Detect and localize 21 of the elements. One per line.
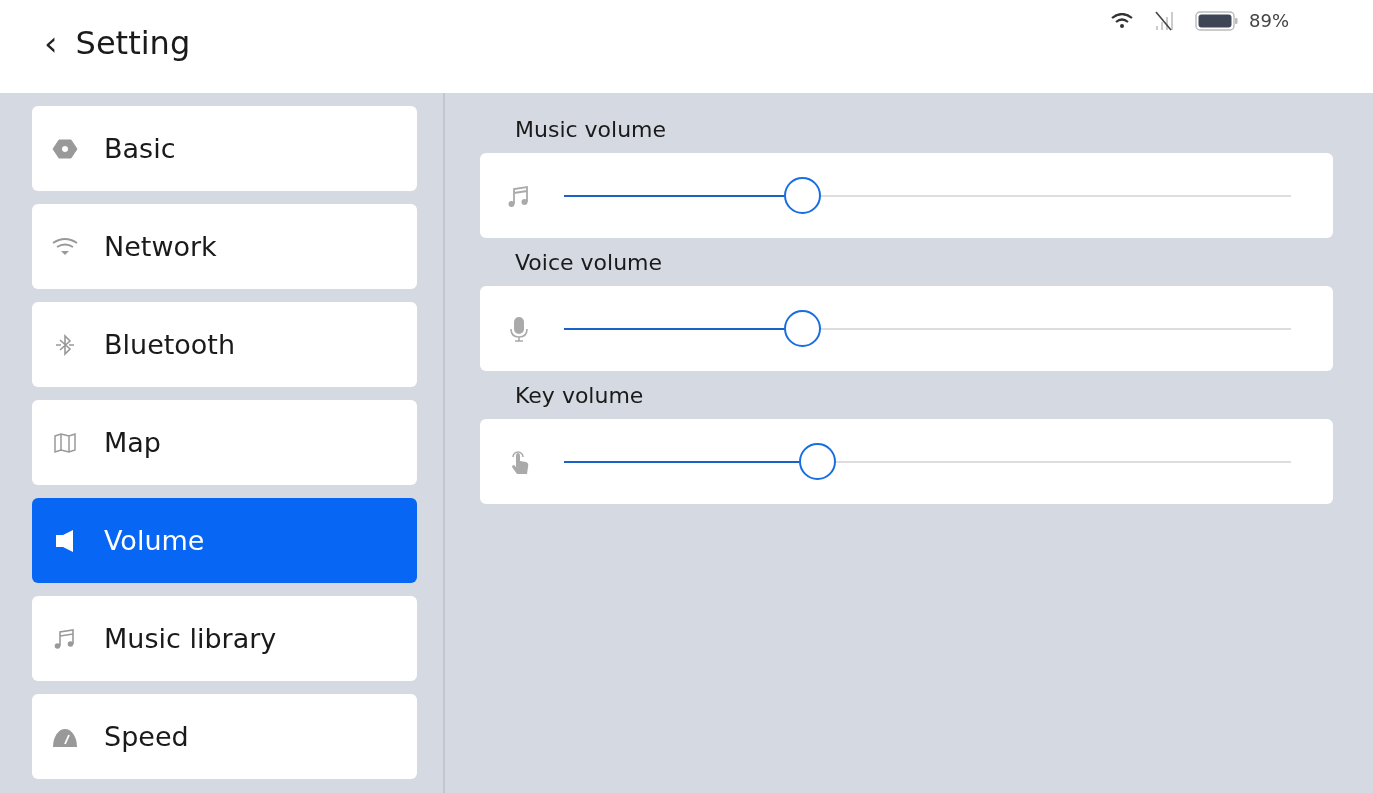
slider-thumb[interactable]	[783, 309, 821, 347]
back-button[interactable]: ‹	[40, 26, 62, 60]
page-title: Setting	[75, 24, 191, 62]
sidebar-item[interactable]: Music library	[32, 596, 417, 681]
hexagon-icon	[52, 136, 78, 161]
slider-label: Music volume	[514, 117, 668, 143]
sidebar-item[interactable]: Speed	[32, 694, 417, 779]
sidebar-item[interactable]: Volume	[32, 498, 417, 583]
sidebar-item[interactable]: Bluetooth	[32, 302, 417, 387]
wifi-icon	[1111, 12, 1133, 29]
no-signal-icon	[1153, 10, 1175, 31]
slider-thumb[interactable]	[783, 176, 821, 214]
battery-icon	[1195, 10, 1239, 31]
slider-label: Key volume	[514, 383, 645, 409]
map-icon	[52, 430, 78, 455]
sidebar-item[interactable]: Map	[32, 400, 417, 485]
battery-percentage: 89%	[1249, 10, 1289, 31]
sidebar-item[interactable]: Network	[32, 204, 417, 289]
sidebar-item[interactable]: Basic	[32, 106, 417, 191]
slider-label: Voice volume	[514, 250, 664, 276]
slider-thumb[interactable]	[799, 442, 836, 480]
